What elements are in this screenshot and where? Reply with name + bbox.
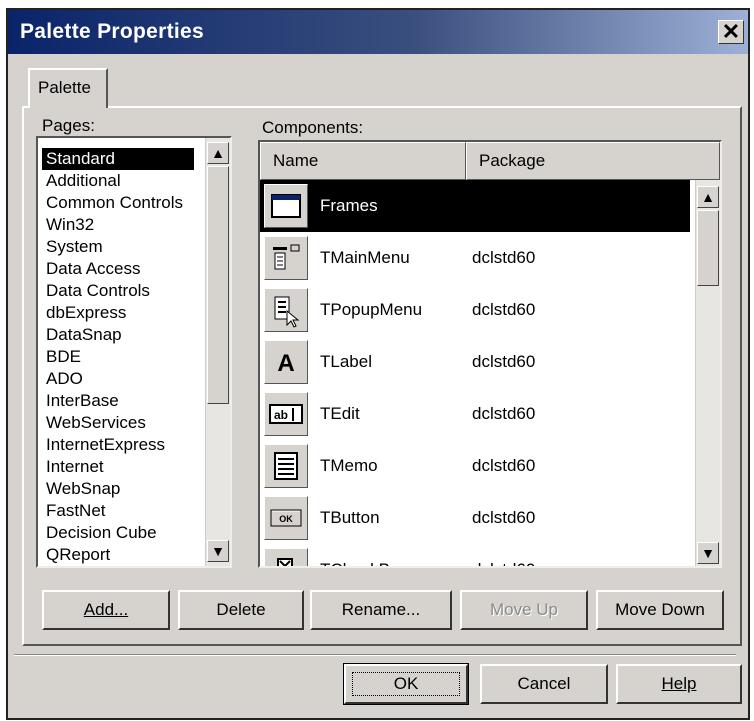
component-package: dclstd60 [472,404,536,423]
page-item[interactable]: Common Controls [46,192,183,214]
page-item[interactable]: WebSnap [46,478,120,500]
components-label: Components: [262,118,364,137]
page-item[interactable]: InternetExpress [46,434,165,456]
tab-palette[interactable]: Palette [28,68,108,108]
page-item[interactable]: BDE [46,346,81,368]
help-button[interactable]: Help [616,664,742,704]
component-row[interactable]: Frames [260,180,690,232]
chevron-up-icon: ▲ [701,189,715,205]
pages-scrollbar[interactable]: ▲ ▼ [205,138,230,566]
ok-button[interactable]: OK [343,663,469,705]
rename-button[interactable]: Rename... [310,590,452,630]
page-item[interactable]: FastNet [46,500,106,522]
move-up-button[interactable]: Move Up [460,590,588,630]
page-item[interactable]: Standard [42,148,194,170]
component-row[interactable]: TPopupMenu dclstd60 [260,284,690,336]
separator [14,654,736,656]
component-name: TPopupMenu [320,300,423,319]
page-item[interactable]: Data Access [46,258,141,280]
component-name: TMainMenu [320,248,410,267]
close-button[interactable]: ✕ [718,20,744,44]
memo-icon [264,444,308,488]
chevron-up-icon: ▲ [211,145,225,161]
component-row[interactable]: A TLabel dclstd60 [260,336,690,388]
page-item[interactable]: DataSnap [46,324,122,346]
checkbox-icon [264,548,308,566]
focus-rectangle [352,672,460,696]
scroll-down-button[interactable]: ▼ [207,540,229,562]
close-icon: ✕ [721,19,741,44]
frame-icon [264,184,308,228]
pages-label: Pages: [42,116,95,135]
component-row[interactable]: TCheckBox dclstd60 [260,544,690,566]
column-header-name[interactable]: Name [260,142,466,180]
components-list[interactable]: Name Package Frames TMainMenu dclstd60 T… [258,140,722,568]
svg-text:ab: ab [274,408,288,422]
page-item[interactable]: Decision Cube [46,522,157,544]
title-bar[interactable]: Palette Properties ✕ [8,10,748,54]
component-name: TMemo [320,456,378,475]
scroll-down-button[interactable]: ▼ [697,542,719,564]
scroll-up-button[interactable]: ▲ [697,186,719,208]
page-item[interactable]: Data Controls [46,280,150,302]
window-title: Palette Properties [20,20,204,43]
cancel-button[interactable]: Cancel [480,664,608,704]
page-item[interactable]: ADO [46,368,83,390]
component-package: dclstd60 [472,352,536,371]
component-name: Frames [320,196,378,215]
chevron-down-icon: ▼ [211,543,225,559]
component-package: dclstd60 [472,456,536,475]
page-item[interactable]: WebServices [46,412,146,434]
label-icon: A [264,340,308,384]
move-down-button[interactable]: Move Down [596,590,724,630]
component-package: dclstd60 [472,508,536,527]
scroll-up-button[interactable]: ▲ [207,142,229,164]
svg-text:OK: OK [279,514,293,524]
popup-menu-icon [264,288,308,332]
component-name: TButton [320,508,380,527]
button-icon: OK [264,496,308,540]
component-package: dclstd60 [472,560,535,566]
component-name: TLabel [320,352,372,371]
scroll-thumb[interactable] [207,166,229,404]
delete-button[interactable]: Delete [178,590,304,630]
component-row[interactable]: TMemo dclstd60 [260,440,690,492]
column-header-package[interactable]: Package [466,142,720,180]
component-name: TCheckBox [320,560,408,566]
component-row[interactable]: OK TButton dclstd60 [260,492,690,544]
chevron-down-icon: ▼ [701,545,715,561]
main-menu-icon [264,236,308,280]
svg-text:A: A [277,350,294,377]
add-button[interactable]: Add... [42,590,170,630]
page-item[interactable]: QReport [46,544,110,566]
pages-list[interactable]: Standard Additional Common Controls Win3… [36,136,232,568]
page-item[interactable]: dbExpress [46,302,126,324]
scroll-thumb[interactable] [697,210,719,286]
edit-icon: ab [264,392,308,436]
components-scrollbar[interactable]: ▲ ▼ [695,180,720,566]
page-item[interactable]: Additional [46,170,121,192]
component-package: dclstd60 [472,248,536,267]
component-row[interactable]: ab TEdit dclstd60 [260,388,690,440]
component-name: TEdit [320,404,360,423]
page-item[interactable]: InterBase [46,390,119,412]
tab-palette-label: Palette [38,78,91,97]
page-item[interactable]: System [46,236,103,258]
page-item[interactable]: Win32 [46,214,94,236]
component-row[interactable]: TMainMenu dclstd60 [260,232,690,284]
component-package: dclstd60 [472,300,536,319]
page-item[interactable]: Internet [46,456,104,478]
